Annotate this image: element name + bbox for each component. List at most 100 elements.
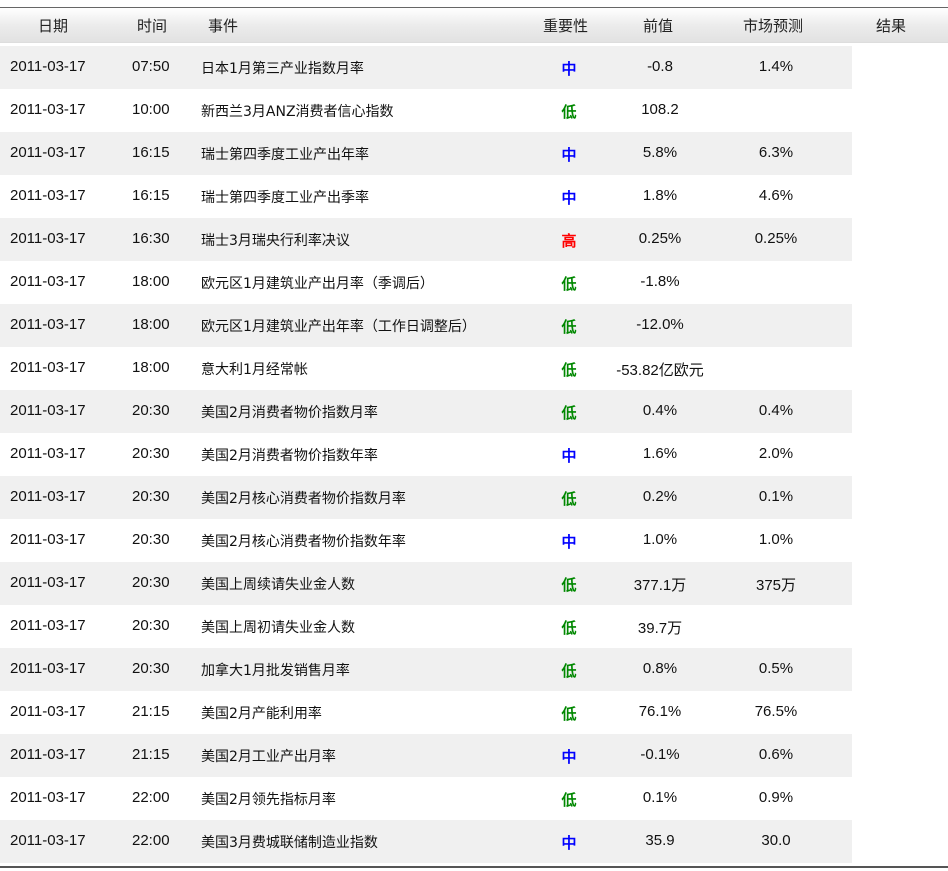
- table-row: 2011-03-17 20:30 美国上周初请失业金人数 低 39.7万: [0, 605, 852, 648]
- table-header: 日期 时间 事件 重要性 前值 市场预测 结果: [0, 7, 948, 43]
- cell-previous: 0.25%: [638, 230, 682, 247]
- cell-previous: 0.4%: [642, 402, 678, 419]
- cell-previous: 76.1%: [638, 703, 682, 720]
- cell-date: 2011-03-17: [10, 488, 86, 505]
- table-row: 2011-03-17 20:30 美国2月核心消费者物价指数月率 低 0.2% 0.1%: [0, 476, 852, 519]
- cell-forecast: 0.4%: [758, 402, 794, 419]
- cell-importance: 低: [561, 103, 577, 121]
- cell-previous: 377.1万: [633, 577, 687, 594]
- cell-previous: 5.8%: [642, 144, 678, 161]
- cell-time: 16:15: [132, 144, 170, 161]
- cell-importance: 中: [561, 60, 577, 78]
- cell-date: 2011-03-17: [10, 359, 86, 376]
- cell-date: 2011-03-17: [10, 402, 86, 419]
- cell-date: 2011-03-17: [10, 144, 86, 161]
- table-bottom-border: [0, 866, 948, 868]
- cell-time: 16:15: [132, 187, 170, 204]
- cell-forecast: 2.0%: [758, 445, 794, 462]
- table-row: 2011-03-17 20:30 美国2月消费者物价指数年率 中 1.6% 2.0%: [0, 433, 852, 476]
- header-date: 日期: [38, 17, 69, 35]
- cell-time: 18:00: [132, 273, 170, 290]
- calendar-table-body: 2011-03-17 07:50 日本1月第三产业指数月率中 -0.8 1.4% 2011…: [0, 46, 948, 863]
- cell-time: 20:30: [132, 488, 170, 505]
- cell-event: 意大利1月经常帐: [201, 362, 308, 378]
- cell-time: 20:30: [132, 660, 170, 677]
- cell-time: 22:00: [132, 832, 170, 849]
- cell-date: 2011-03-17: [10, 230, 86, 247]
- table-row: 2011-03-17 18:00 欧元区1月建筑业产出月率（季调后） 低 -1.8%: [0, 261, 852, 304]
- table-row: 2011-03-17 16:30 瑞士3月瑞央行利率决议 高 0.25% 0.25%: [0, 218, 852, 261]
- cell-importance: 中: [561, 189, 577, 207]
- cell-previous: 39.7万: [637, 620, 683, 637]
- cell-date: 2011-03-17: [10, 832, 86, 849]
- cell-previous: -0.1%: [640, 746, 680, 763]
- cell-event: 欧元区1月建筑业产出月率（季调后）: [201, 276, 434, 292]
- cell-previous: 1.6%: [642, 445, 678, 462]
- cell-date: 2011-03-17: [10, 703, 86, 720]
- cell-importance: 低: [561, 619, 577, 637]
- table-row: 2011-03-17 18:00 欧元区1月建筑业产出年率（工作日调整后） 低 -12.…: [0, 304, 852, 347]
- cell-importance: 中: [561, 146, 577, 164]
- cell-forecast: 0.9%: [758, 789, 794, 806]
- cell-forecast: 0.1%: [758, 488, 794, 505]
- cell-date: 2011-03-17: [10, 531, 86, 548]
- cell-event: 美国2月工业产出月率: [201, 749, 336, 765]
- cell-event: 日本1月第三产业指数月率: [201, 61, 364, 77]
- table-row: 2011-03-17 10:00 新西兰3月ANZ消费者信心指数 低 108.2: [0, 89, 852, 132]
- cell-forecast: 30.0: [761, 832, 791, 849]
- cell-event: 新西兰3月ANZ消费者信心指数: [201, 104, 394, 120]
- cell-time: 16:30: [132, 230, 170, 247]
- cell-forecast: 1.4%: [758, 58, 794, 75]
- cell-importance: 低: [561, 576, 577, 594]
- cell-importance: 低: [561, 490, 577, 508]
- cell-previous: 0.2%: [642, 488, 678, 505]
- table-row: 2011-03-17 21:15 美国2月工业产出月率 中 -0.1% 0.6%: [0, 734, 852, 777]
- cell-previous: -12.0%: [636, 316, 684, 333]
- table-row: 2011-03-17 18:00 意大利1月经常帐 低 -53.82亿欧元: [0, 347, 852, 390]
- cell-previous: -1.8%: [640, 273, 680, 290]
- cell-date: 2011-03-17: [10, 101, 86, 118]
- cell-importance: 低: [561, 404, 577, 422]
- cell-forecast: 0.6%: [758, 746, 794, 763]
- cell-date: 2011-03-17: [10, 58, 86, 75]
- cell-forecast: 4.6%: [758, 187, 794, 204]
- header-previous: 前值: [643, 17, 674, 35]
- cell-importance: 低: [561, 662, 577, 680]
- cell-date: 2011-03-17: [10, 574, 86, 591]
- cell-time: 20:30: [132, 445, 170, 462]
- table-row: 2011-03-17 20:30 美国上周续请失业金人数 低 377.1万 375万: [0, 562, 852, 605]
- cell-importance: 中: [561, 748, 577, 766]
- cell-previous: 1.8%: [642, 187, 678, 204]
- cell-importance: 低: [561, 318, 577, 336]
- cell-date: 2011-03-17: [10, 316, 86, 333]
- cell-forecast: 0.25%: [754, 230, 798, 247]
- cell-previous: 0.8%: [642, 660, 678, 677]
- cell-previous: 35.9: [645, 832, 675, 849]
- cell-date: 2011-03-17: [10, 746, 86, 763]
- header-event: 事件: [208, 17, 239, 35]
- cell-event: 美国上周初请失业金人数: [201, 620, 355, 636]
- header-forecast: 市场预测: [743, 17, 804, 35]
- cell-time: 21:15: [132, 703, 170, 720]
- cell-previous: -0.8: [647, 58, 673, 75]
- table-row: 2011-03-17 22:00 美国2月领先指标月率 低 0.1% 0.9%: [0, 777, 852, 820]
- cell-importance: 低: [561, 791, 577, 809]
- cell-event: 美国3月费城联储制造业指数: [201, 835, 378, 851]
- table-row: 2011-03-17 20:30 美国2月消费者物价指数月率 低 0.4% 0.4%: [0, 390, 852, 433]
- cell-time: 20:30: [132, 617, 170, 634]
- cell-event: 美国2月核心消费者物价指数月率: [201, 491, 406, 507]
- cell-date: 2011-03-17: [10, 445, 86, 462]
- cell-forecast: 76.5%: [754, 703, 798, 720]
- table-row: 2011-03-17 20:30 美国2月核心消费者物价指数年率 中 1.0% 1.0%: [0, 519, 852, 562]
- cell-time: 10:00: [132, 101, 170, 118]
- cell-time: 20:30: [132, 574, 170, 591]
- cell-importance: 低: [561, 705, 577, 723]
- header-time: 时间: [137, 17, 168, 35]
- cell-previous: 108.2: [641, 101, 679, 118]
- cell-forecast: 375万: [755, 577, 797, 594]
- cell-event: 瑞士3月瑞央行利率决议: [201, 233, 350, 249]
- cell-previous: 1.0%: [642, 531, 678, 548]
- cell-time: 20:30: [132, 531, 170, 548]
- cell-previous: 0.1%: [642, 789, 678, 806]
- cell-event: 美国2月领先指标月率: [201, 792, 336, 808]
